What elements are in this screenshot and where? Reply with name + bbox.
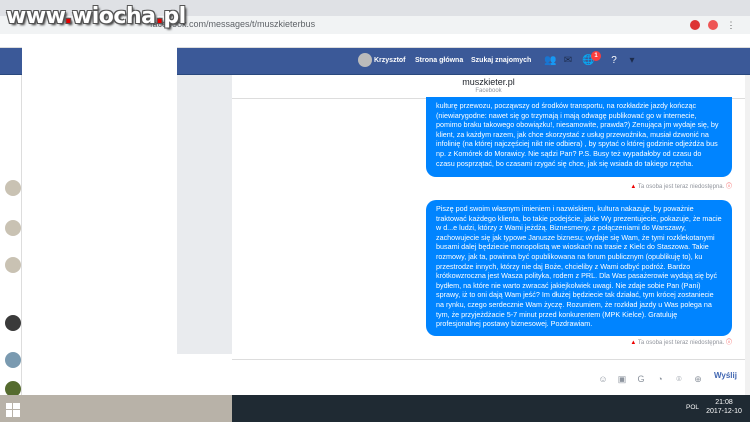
chevron-down-icon[interactable]: ▾: [626, 55, 638, 67]
attachment-icon[interactable]: ⊕: [692, 373, 704, 385]
warning-icon: ▲: [630, 340, 637, 346]
list-item-avatar[interactable]: [5, 352, 21, 368]
messenger-icon[interactable]: ✉: [562, 55, 574, 67]
profile-link[interactable]: Krzysztof: [374, 57, 406, 64]
menu-icon[interactable]: ⋮: [726, 20, 736, 30]
info-icon: ⓘ: [725, 184, 732, 190]
emoji-icon[interactable]: ☺: [597, 373, 609, 385]
avatar[interactable]: [358, 53, 372, 67]
conversation-list: [0, 75, 22, 397]
conversation-subtitle: Facebook: [475, 88, 502, 94]
message-bubble[interactable]: Piszę pod swoim własnym imieniem i nazwi…: [426, 200, 732, 336]
camera-icon[interactable]: ⌾: [673, 373, 685, 385]
warning-icon: ▲: [630, 184, 637, 190]
opera-icon[interactable]: [708, 20, 718, 30]
language-indicator[interactable]: POL: [686, 404, 699, 411]
conversation-header: muszkieter.pl Facebook: [232, 75, 745, 99]
friend-requests-icon[interactable]: 👥: [544, 55, 556, 67]
find-friends-link[interactable]: Szukaj znajomych: [471, 57, 531, 64]
send-button[interactable]: Wyślij: [714, 371, 737, 380]
gif-icon[interactable]: G: [635, 373, 647, 385]
notification-badge: 1: [591, 51, 601, 61]
message-status: ▲ Ta osoba jest teraz niedostępna. ⓘ: [630, 340, 732, 346]
help-icon[interactable]: ?: [608, 55, 620, 67]
extension-icon[interactable]: [690, 20, 700, 30]
list-item-avatar[interactable]: [5, 315, 21, 331]
windows-start-icon[interactable]: [6, 403, 20, 417]
redacted-panel: [22, 34, 177, 354]
message-thread: kulturę przewozu, począwszy od środków t…: [232, 97, 745, 359]
watermark-logo: www.wiocha.pl: [6, 4, 186, 29]
message-status: ▲ Ta osoba jest teraz niedostępna. ⓘ: [630, 184, 732, 190]
list-item-avatar[interactable]: [5, 220, 21, 236]
list-item-avatar[interactable]: [5, 180, 21, 196]
message-bubble[interactable]: kulturę przewozu, począwszy od środków t…: [426, 97, 732, 177]
sticker-icon[interactable]: ◔: [654, 373, 666, 385]
taskbar-apps: [232, 395, 750, 422]
scrollbar[interactable]: [745, 75, 750, 395]
message-composer[interactable]: ☺ ▣ G ◔ ⌾ ⊕ Wyślij: [232, 359, 745, 395]
photo-icon[interactable]: ▣: [616, 373, 628, 385]
system-clock[interactable]: 21:08 2017-12-10: [704, 398, 744, 416]
list-item-avatar[interactable]: [5, 257, 21, 273]
info-icon: ⓘ: [725, 340, 732, 346]
home-link[interactable]: Strona główna: [415, 57, 463, 64]
conversation-title[interactable]: muszkieter.pl: [232, 77, 745, 87]
